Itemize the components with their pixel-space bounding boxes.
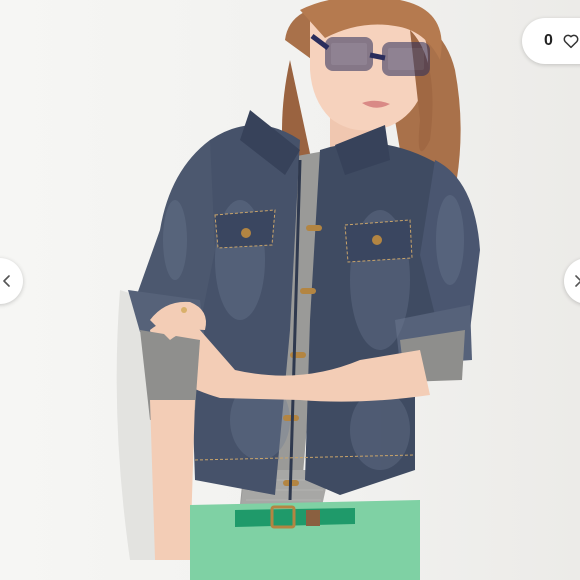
chevron-left-icon xyxy=(3,275,10,287)
chevron-right-icon xyxy=(575,275,580,287)
product-image-viewer: 0 xyxy=(0,0,580,580)
like-button[interactable]: 0 xyxy=(522,18,580,64)
like-count: 0 xyxy=(544,32,553,49)
heart-outline-icon xyxy=(563,34,579,49)
product-photo xyxy=(116,0,480,580)
